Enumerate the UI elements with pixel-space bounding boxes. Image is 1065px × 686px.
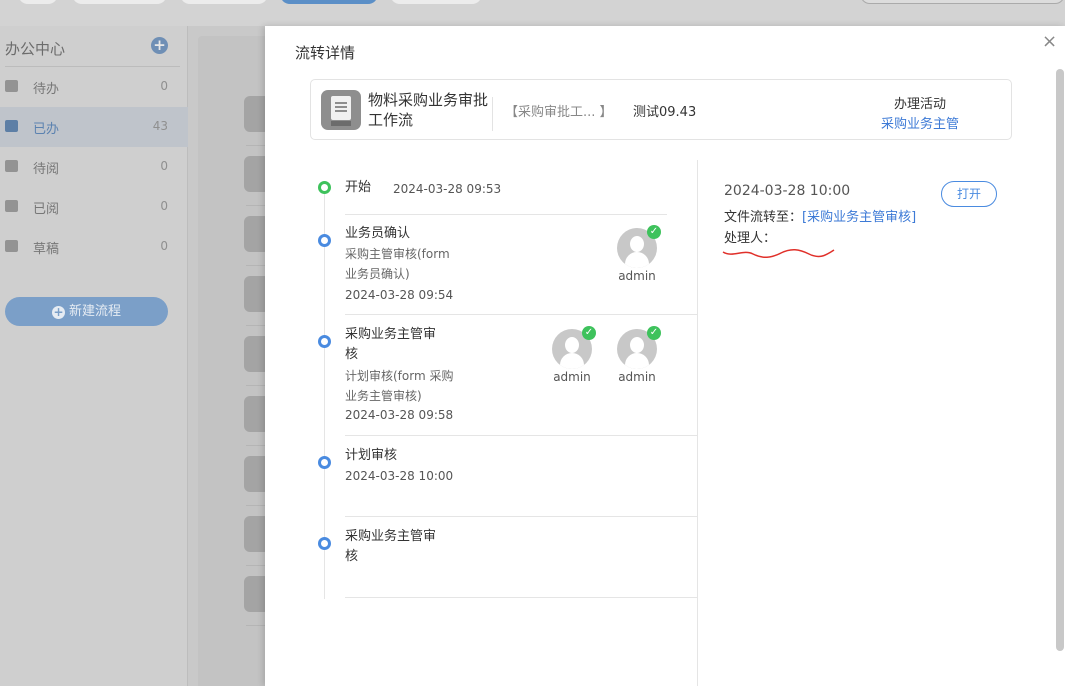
red-annotation-underline — [722, 249, 835, 258]
sidebar-item-to-read[interactable]: 待阅 0 — [0, 147, 188, 187]
edit-icon — [5, 240, 18, 252]
timeline-node-dot — [318, 456, 331, 469]
activity-value[interactable]: 采购业务主管 — [861, 113, 979, 132]
timeline-node-time: 2024-03-28 09:58 — [345, 408, 454, 422]
handler-label: 处理人： — [724, 231, 777, 246]
top-tab-active[interactable] — [280, 0, 378, 4]
timeline-node-dot — [318, 335, 331, 348]
sidebar-item-label: 已阅 — [33, 202, 60, 217]
user-name: admin — [618, 370, 656, 384]
sidebar-item-drafts[interactable]: 草稿 0 — [0, 227, 188, 267]
timeline-node-title: 采购业务主管审 — [345, 529, 437, 544]
workflow-name: 【采购审批工... 】 — [505, 105, 613, 120]
timeline-node-title: 核 — [345, 347, 359, 362]
user-name: admin — [553, 370, 591, 384]
sidebar-item-count: 0 — [160, 79, 168, 93]
divider — [345, 214, 667, 215]
top-navigation-bar — [0, 0, 1065, 26]
plus-icon: + — [51, 305, 65, 319]
mail-open-icon — [5, 200, 18, 212]
top-tab[interactable] — [390, 0, 482, 4]
flow-detail-drawer: 流转详情 × 物料采购业务审批工作流 【采购审批工... 】 测试09.43 办… — [265, 26, 1065, 686]
top-tab[interactable] — [180, 0, 268, 4]
top-tab[interactable] — [18, 0, 58, 4]
sidebar-item-count: 0 — [160, 159, 168, 173]
new-process-button[interactable]: + 新建流程 — [5, 297, 168, 326]
sidebar-item-label: 已办 — [33, 122, 60, 137]
timeline-node-title: 核 — [345, 549, 359, 564]
timeline-node-subtitle: 计划审核(form 采购 — [345, 369, 454, 383]
sidebar-item-label: 草稿 — [33, 242, 60, 257]
timeline-node-title: 开始 — [345, 180, 372, 195]
sidebar-item-count: 0 — [160, 239, 168, 253]
vertical-divider — [697, 160, 698, 686]
timeline-node-time: 2024-03-28 09:54 — [345, 288, 454, 302]
sidebar-item-count: 0 — [160, 199, 168, 213]
timeline-node-subtitle: 采购主管审核(form — [345, 247, 450, 261]
divider — [492, 97, 493, 131]
done-icon — [5, 120, 18, 132]
timeline-node-dot — [318, 234, 331, 247]
top-tab[interactable] — [72, 0, 167, 4]
open-button[interactable]: 打开 — [941, 181, 997, 207]
sidebar-item-label: 待阅 — [33, 162, 60, 177]
timeline-node-title: 业务员确认 — [345, 226, 411, 241]
process-name: 物料采购业务审批工作流 — [368, 91, 489, 129]
timeline-node-subtitle: 业务员确认) — [345, 267, 410, 281]
new-process-label: 新建流程 — [68, 304, 121, 319]
sidebar-item-todo[interactable]: 待办 0 — [0, 67, 188, 107]
user-name: admin — [618, 269, 656, 283]
sidebar-item-read[interactable]: 已阅 0 — [0, 187, 188, 227]
process-summary-card: 物料采购业务审批工作流 【采购审批工... 】 测试09.43 办理活动 采购业… — [310, 79, 1012, 140]
divider — [345, 435, 697, 436]
check-icon: ✓ — [582, 326, 596, 340]
sidebar-item-done[interactable]: 已办 43 — [0, 107, 188, 147]
timeline-node-dot — [318, 537, 331, 550]
drawer-title: 流转详情 — [295, 44, 356, 62]
divider — [345, 597, 697, 598]
detail-time: 2024-03-28 10:00 — [724, 183, 851, 199]
sidebar: 办公中心 + 待办 0 已办 43 待阅 0 已阅 0 草稿 0 + 新建流程 — [0, 26, 188, 686]
sidebar-item-label: 待办 — [33, 82, 60, 97]
sidebar-item-count: 43 — [152, 119, 168, 133]
add-icon[interactable]: + — [151, 37, 168, 54]
process-subject: 测试09.43 — [633, 105, 697, 120]
flow-label: 文件流转至： — [724, 210, 803, 225]
timeline-node-title: 计划审核 — [345, 448, 398, 463]
timeline-start-dot — [318, 181, 331, 194]
timeline-node-title: 采购业务主管审 — [345, 327, 437, 342]
scrollbar[interactable] — [1056, 69, 1064, 651]
detail-flow: 文件流转至：[采购业务主管审核] — [724, 206, 916, 225]
timeline-node-time: 2024-03-28 10:00 — [345, 469, 454, 483]
divider — [345, 314, 697, 315]
document-icon — [321, 90, 361, 130]
activity-label: 办理活动 — [893, 97, 946, 112]
sidebar-title: 办公中心 — [5, 40, 66, 58]
check-icon: ✓ — [647, 326, 661, 340]
timeline-node-subtitle: 业务主管审核) — [345, 389, 422, 403]
document-icon — [5, 80, 18, 92]
timeline-node-time: 2024-03-28 09:53 — [393, 182, 502, 196]
check-icon: ✓ — [647, 225, 661, 239]
divider — [345, 516, 697, 517]
mail-icon — [5, 160, 18, 172]
close-icon[interactable]: × — [1042, 33, 1057, 51]
top-search-input[interactable] — [860, 0, 1065, 4]
flow-target-link[interactable]: [采购业务主管审核] — [802, 210, 916, 225]
